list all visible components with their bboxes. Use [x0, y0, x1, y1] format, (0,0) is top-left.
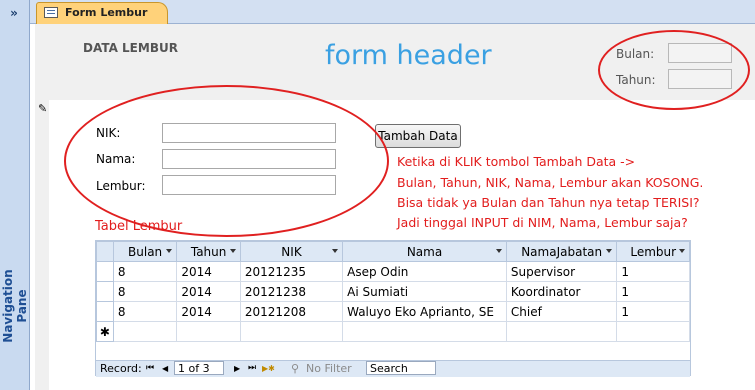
new-record-row[interactable]: ✱ [96, 321, 690, 342]
cell-namajabatan[interactable]: Chief [505, 301, 618, 322]
tab-label: Form Lembur [65, 6, 148, 19]
new-record-button[interactable]: ▶✱ [262, 364, 275, 373]
table-row[interactable]: 8 2014 20121238 Ai Sumiati Koordinator 1 [96, 281, 690, 302]
table-row[interactable]: 8 2014 20121235 Asep Odin Supervisor 1 [96, 261, 690, 282]
cell-nama[interactable]: Asep Odin [342, 261, 507, 282]
cell-namajabatan[interactable]: Koordinator [505, 281, 618, 302]
lembur-input[interactable] [162, 175, 336, 195]
dropdown-arrow-icon[interactable] [606, 249, 613, 253]
lembur-table: Bulan Tahun NIK Nama NamaJabatan Lembur … [96, 241, 690, 342]
previous-record-button[interactable]: ◀ [162, 364, 168, 373]
tab-form-lembur[interactable]: Form Lembur [36, 2, 169, 24]
record-selector-bar[interactable]: ✎ [35, 100, 49, 390]
dropdown-arrow-icon[interactable] [332, 249, 339, 253]
select-all-corner[interactable] [96, 241, 114, 262]
cell-lembur[interactable]: 1 [616, 261, 690, 282]
col-header-bulan[interactable]: Bulan [112, 241, 178, 262]
document-tab-strip: Form Lembur [30, 0, 755, 24]
row-selector[interactable] [96, 261, 114, 282]
nama-input[interactable] [162, 149, 336, 169]
cell-nama[interactable]: Waluyo Eko Aprianto, SE [342, 301, 507, 322]
form-header-section: DATA LEMBUR form header Bulan: Tahun: [35, 24, 755, 100]
record-navigation-bar: Record: ⏮ ◀ 1 of 3 ▶ ⏭ ▶✱ ⚲ No Filter Se… [96, 360, 690, 377]
nav-pane-toggle-button[interactable]: » [3, 4, 25, 22]
cell-lembur[interactable] [616, 321, 690, 342]
cell-nik[interactable]: 20121235 [239, 261, 344, 282]
nik-input[interactable] [162, 123, 336, 143]
dropdown-arrow-icon[interactable] [495, 249, 502, 253]
annotation-line-3: Bisa tidak ya Bulan dan Tahun nya tetap … [397, 195, 700, 210]
record-label: Record: [100, 362, 142, 375]
bulan-input[interactable] [668, 43, 732, 63]
col-header-lembur[interactable]: Lembur [616, 241, 690, 262]
annotation-line-4: Jadi tinggal INPUT di NIM, Nama, Lembur … [397, 215, 688, 230]
cell-bulan[interactable]: 8 [112, 301, 178, 322]
current-record-input[interactable]: 1 of 3 [174, 361, 224, 375]
cell-bulan[interactable]: 8 [112, 281, 178, 302]
table-row[interactable]: 8 2014 20121208 Waluyo Eko Aprianto, SE … [96, 301, 690, 322]
cell-nik[interactable] [239, 321, 344, 342]
cell-nama[interactable]: Ai Sumiati [342, 281, 507, 302]
form-icon [44, 7, 58, 18]
col-header-namajabatan[interactable]: NamaJabatan [505, 241, 618, 262]
cell-tahun[interactable]: 2014 [176, 281, 241, 302]
new-record-icon: ✱ [96, 321, 114, 342]
filter-icon: ⚲ [291, 362, 300, 375]
cell-nik[interactable]: 20121208 [239, 301, 344, 322]
cell-nama[interactable] [342, 321, 507, 342]
col-header-nik[interactable]: NIK [239, 241, 344, 262]
cell-bulan[interactable]: 8 [112, 261, 178, 282]
lembur-label: Lembur: [96, 179, 146, 193]
nama-label: Nama: [96, 152, 136, 166]
cell-nik[interactable]: 20121238 [239, 281, 344, 302]
dropdown-arrow-icon[interactable] [166, 249, 173, 253]
tabel-lembur-label: Tabel Lembur [95, 219, 183, 234]
form-header-label: form header [325, 40, 492, 71]
no-filter-button[interactable]: No Filter [306, 362, 352, 375]
cell-namajabatan[interactable]: Supervisor [505, 261, 618, 282]
dropdown-arrow-icon[interactable] [229, 249, 236, 253]
annotation-line-2: Bulan, Tahun, NIK, Nama, Lembur akan KOS… [397, 175, 704, 190]
cell-bulan[interactable] [112, 321, 178, 342]
tambah-data-button[interactable]: Tambah Data [375, 124, 461, 148]
edit-pencil-icon: ✎ [38, 102, 48, 115]
navigation-pane: » Navigation Pane [0, 0, 30, 390]
tahun-input[interactable] [668, 69, 732, 89]
bulan-label: Bulan: [616, 47, 655, 61]
cell-namajabatan[interactable] [505, 321, 618, 342]
cell-lembur[interactable]: 1 [616, 301, 690, 322]
form-lembur: DATA LEMBUR form header Bulan: Tahun: ✎ … [35, 24, 755, 390]
col-header-tahun[interactable]: Tahun [176, 241, 241, 262]
cell-tahun[interactable] [176, 321, 241, 342]
row-selector[interactable] [96, 281, 114, 302]
cell-tahun[interactable]: 2014 [176, 261, 241, 282]
search-input[interactable]: Search [366, 361, 436, 375]
last-record-button[interactable]: ⏭ [248, 363, 256, 373]
first-record-button[interactable]: ⏮ [146, 363, 154, 373]
nav-pane-title[interactable]: Navigation Pane [1, 251, 29, 361]
next-record-button[interactable]: ▶ [234, 364, 240, 373]
tahun-label: Tahun: [616, 73, 656, 87]
row-selector[interactable] [96, 301, 114, 322]
annotation-line-1: Ketika di KLIK tombol Tambah Data -> [397, 154, 636, 169]
cell-tahun[interactable]: 2014 [176, 301, 241, 322]
section-title: DATA LEMBUR [83, 41, 178, 55]
col-header-nama[interactable]: Nama [342, 241, 507, 262]
nik-label: NIK: [96, 126, 121, 140]
lembur-datasheet: Bulan Tahun NIK Nama NamaJabatan Lembur … [95, 240, 691, 377]
dropdown-arrow-icon[interactable] [679, 249, 685, 253]
cell-lembur[interactable]: 1 [616, 281, 690, 302]
